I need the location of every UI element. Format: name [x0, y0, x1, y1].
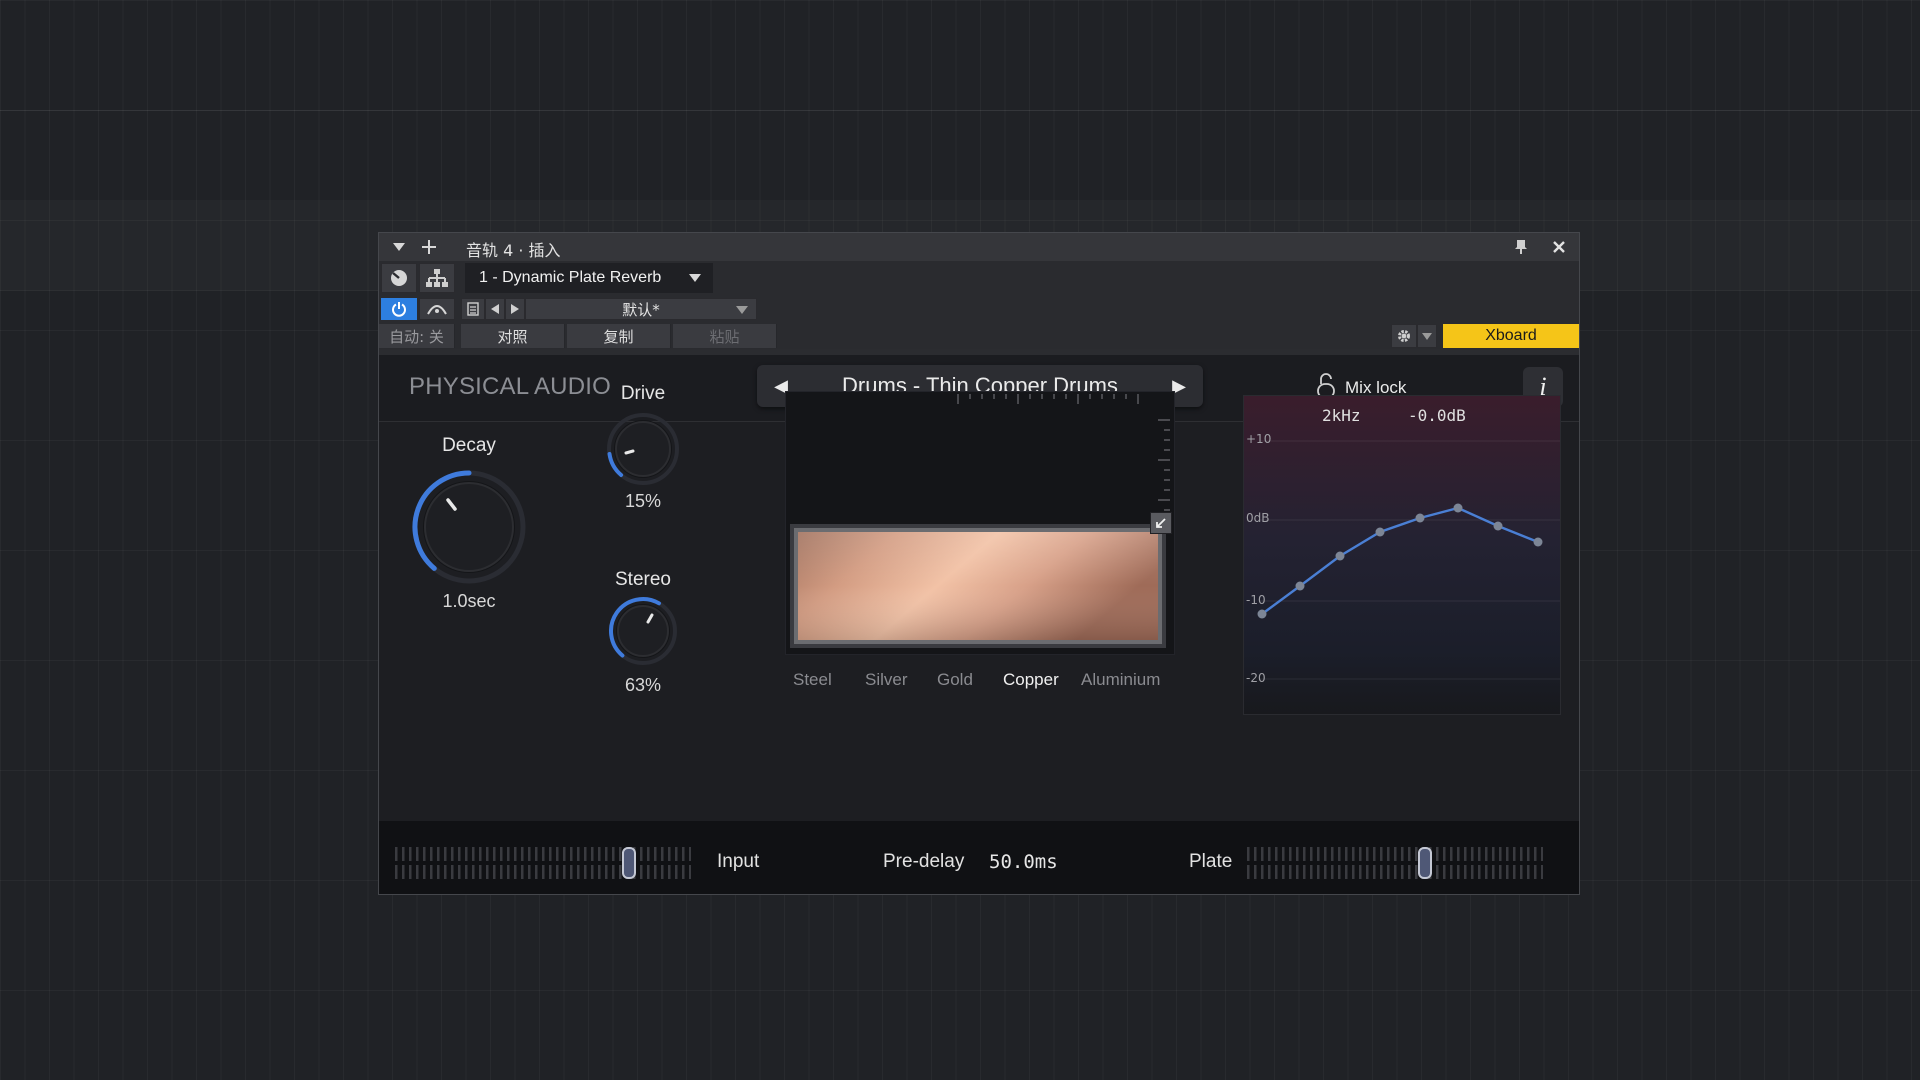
predelay-value[interactable]: 50.0ms: [989, 851, 1058, 873]
decay-value: 1.0sec: [442, 591, 496, 611]
eq-db-label: -10: [1246, 593, 1266, 607]
eq-graph: [1257, 440, 1560, 680]
auto-off-button[interactable]: 自动: 关: [379, 324, 455, 348]
plugin-window: 音轨 4 · 插入 1 - Dynamic Plate Reverb 默认* 自…: [378, 232, 1580, 895]
add-plus-icon[interactable]: [417, 235, 441, 259]
eq-display[interactable]: 2kHz -0.0dB +10 0dB -10 -20: [1243, 395, 1561, 715]
input-label: Input: [717, 851, 760, 872]
resize-handle-icon[interactable]: [1150, 512, 1172, 534]
material-silver[interactable]: Silver: [865, 670, 908, 690]
prev-preset-icon[interactable]: [485, 298, 505, 320]
automation-icon[interactable]: [419, 298, 455, 320]
copper-plate[interactable]: [790, 524, 1166, 648]
eq-db-label: +10: [1246, 432, 1272, 446]
collapse-arrow-icon[interactable]: [387, 235, 411, 259]
plugin-selector[interactable]: 1 - Dynamic Plate Reverb: [465, 263, 713, 293]
decay-knob[interactable]: [409, 467, 529, 587]
compare-button[interactable]: 对照: [461, 324, 565, 348]
gear-icon[interactable]: [1391, 324, 1417, 348]
drive-label: Drive: [620, 383, 666, 404]
preset-selector-label: 默认*: [622, 300, 660, 319]
host-preset-row: 默认* 自动: 关 对照 复制 粘贴 Xboard: [379, 295, 1579, 349]
next-preset-icon[interactable]: [505, 298, 525, 320]
plate-width-ruler: [957, 394, 1139, 404]
bypass-knob-icon[interactable]: [381, 263, 417, 293]
drive-knob[interactable]: [605, 411, 681, 487]
plate-display: [785, 391, 1175, 655]
eq-db-label: -20: [1246, 671, 1266, 685]
material-copper[interactable]: Copper: [1003, 670, 1059, 690]
brand-logo: PHYSICAL AUDIO: [409, 373, 611, 400]
plate-label: Plate: [1189, 851, 1233, 872]
drive-value: 15%: [624, 491, 662, 511]
arrange-divider: [0, 110, 1920, 111]
pin-icon[interactable]: [1509, 235, 1533, 259]
preset-selector[interactable]: 默认*: [525, 298, 757, 320]
chevron-down-icon[interactable]: [1417, 324, 1437, 348]
bottom-bar: Input Pre-delay 50.0ms Plate: [379, 821, 1579, 894]
window-titlebar[interactable]: 音轨 4 · 插入: [379, 233, 1579, 262]
xboard-button[interactable]: Xboard: [1443, 324, 1579, 348]
stereo-knob[interactable]: [607, 595, 679, 667]
plugin-gui: PHYSICAL AUDIO ◀ Drums - Thin Copper Dru…: [379, 355, 1579, 894]
material-aluminium[interactable]: Aluminium: [1081, 670, 1160, 690]
power-icon[interactable]: [381, 298, 417, 320]
predelay-label: Pre-delay: [883, 851, 965, 872]
chevron-down-icon: [736, 306, 748, 314]
stereo-value: 63%: [624, 675, 662, 695]
input-slider[interactable]: [395, 847, 691, 879]
eq-db-label: 0dB: [1246, 511, 1270, 525]
preset-list-icon[interactable]: [461, 298, 485, 320]
material-steel[interactable]: Steel: [793, 670, 832, 690]
chevron-down-icon: [689, 274, 701, 282]
close-icon[interactable]: [1547, 235, 1571, 259]
decay-label: Decay: [442, 435, 496, 456]
material-gold[interactable]: Gold: [937, 670, 973, 690]
paste-button[interactable]: 粘贴: [673, 324, 777, 348]
plugin-selector-label: 1 - Dynamic Plate Reverb: [479, 269, 662, 286]
copy-button[interactable]: 复制: [567, 324, 671, 348]
routing-icon[interactable]: [419, 263, 455, 293]
plate-slider[interactable]: [1247, 847, 1543, 879]
window-title: 音轨 4 · 插入: [466, 241, 561, 260]
stereo-label: Stereo: [615, 569, 671, 590]
